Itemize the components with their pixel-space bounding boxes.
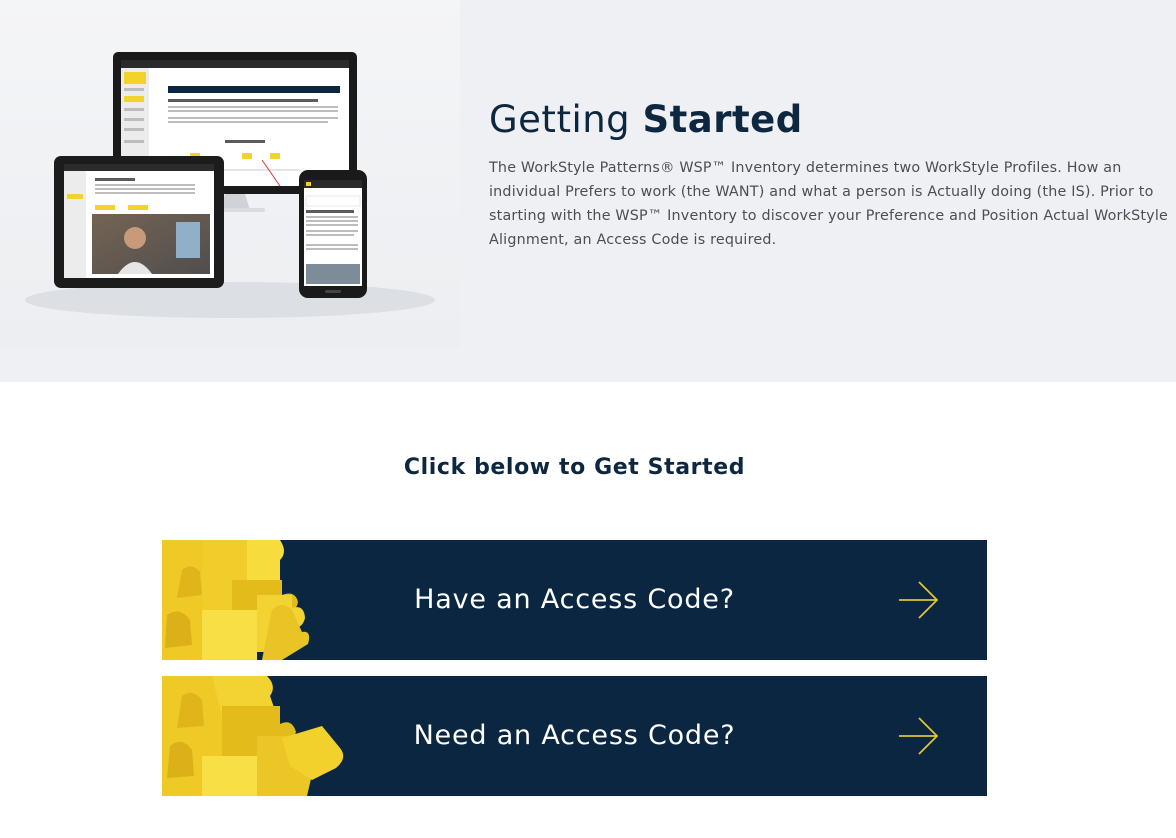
need-access-code-label: Need an Access Code? xyxy=(413,720,736,751)
tablet xyxy=(54,156,224,288)
device-mockup-image xyxy=(0,0,460,348)
get-started-heading-regular: Click below to xyxy=(403,455,586,480)
arrow-right-icon xyxy=(899,717,939,755)
phone xyxy=(299,170,367,298)
have-access-code-button[interactable]: Have an Access Code? xyxy=(162,540,987,660)
get-started-heading-bold: Get Started xyxy=(594,455,746,480)
get-started-heading: Click below to Get Started xyxy=(0,455,1149,480)
hero-section: Getting Started The WorkStyle Patterns® … xyxy=(0,0,1176,382)
have-access-code-label: Have an Access Code? xyxy=(414,584,735,615)
need-access-code-button[interactable]: Need an Access Code? xyxy=(162,676,987,796)
hero-description: The WorkStyle Patterns® WSP™ Inventory d… xyxy=(489,160,1168,248)
page-title-regular: Getting xyxy=(489,98,631,141)
page-title-bold: Started xyxy=(642,98,803,141)
hero-text: Getting Started The WorkStyle Patterns® … xyxy=(489,92,1169,252)
arrow-right-icon xyxy=(899,581,939,619)
page-title: Getting Started xyxy=(489,92,1169,148)
device-mockup-illustration xyxy=(25,52,435,318)
